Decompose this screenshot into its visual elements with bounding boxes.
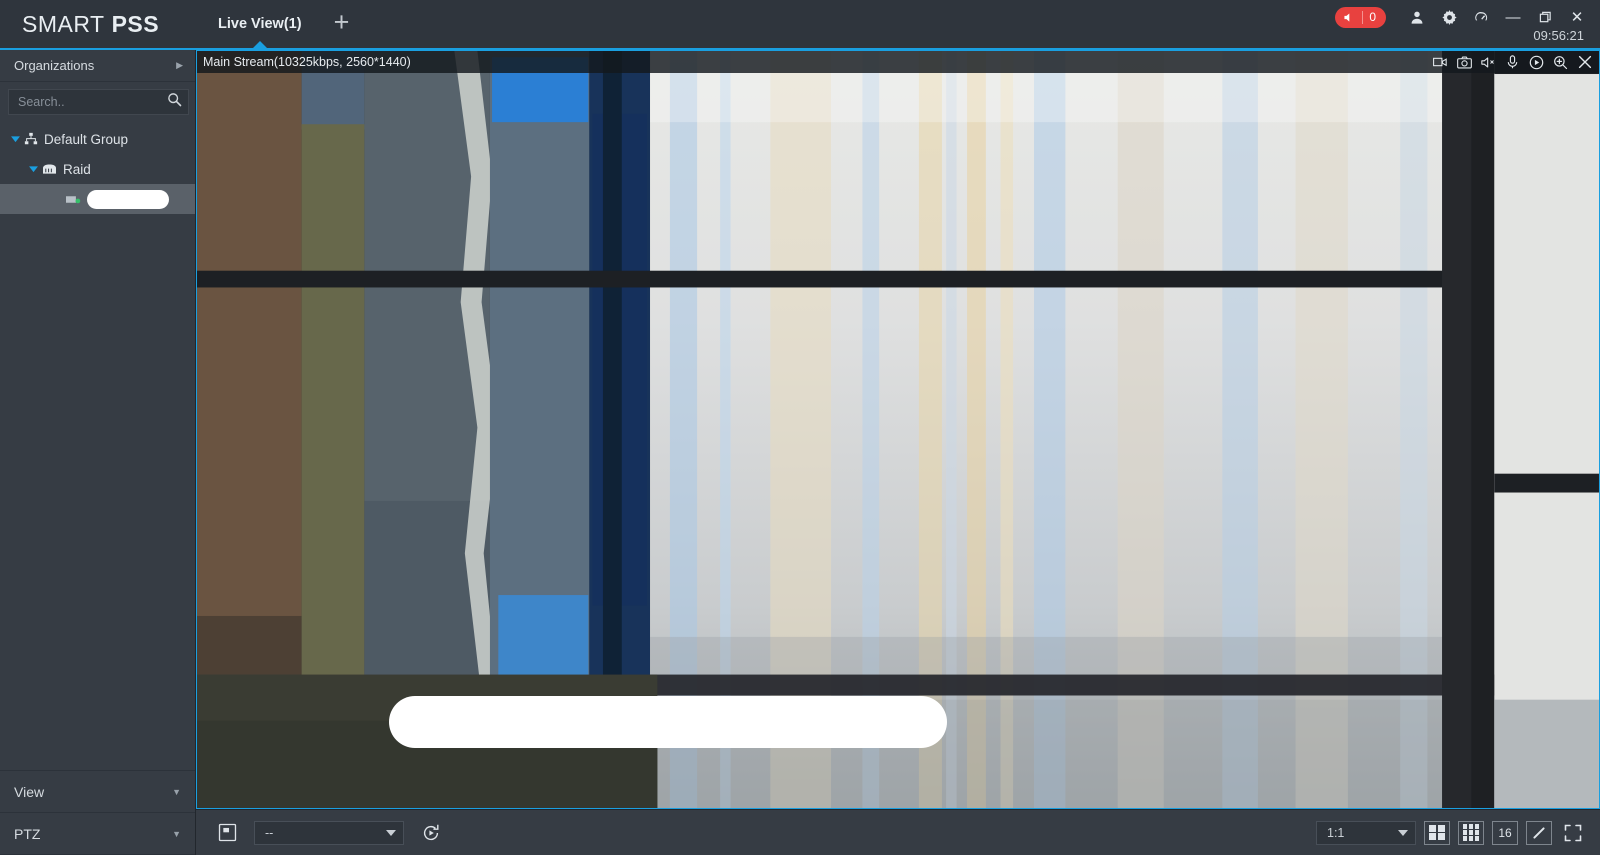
- snapshot-icon[interactable]: [1454, 52, 1475, 72]
- main-panel: Main Stream(10325kbps, 2560*1440) -- 1:1…: [196, 50, 1600, 855]
- bottom-toolbar: -- 1:1 16: [196, 809, 1600, 855]
- close-button[interactable]: ✕: [1562, 3, 1592, 31]
- search-input[interactable]: [18, 95, 148, 109]
- accordion-view[interactable]: View ▼: [0, 771, 195, 813]
- chevron-down-icon: [386, 829, 396, 836]
- tree-label-default-group: Default Group: [44, 131, 129, 147]
- brand-smart: SMART: [22, 10, 105, 37]
- tab-live-view-label: Live View(1): [218, 16, 302, 32]
- chevron-down-icon: ▼: [172, 828, 181, 839]
- accordion-ptz-label: PTZ: [14, 825, 41, 842]
- save-view-icon[interactable]: [214, 820, 240, 846]
- video-area: Main Stream(10325kbps, 2560*1440): [196, 50, 1600, 809]
- microphone-icon[interactable]: [1502, 52, 1523, 72]
- grid-4-icon: [1429, 824, 1445, 841]
- custom-split-button[interactable]: [1526, 820, 1552, 845]
- accordion-ptz[interactable]: PTZ ▼: [0, 813, 195, 855]
- tree-node-raid[interactable]: Raid: [0, 154, 195, 184]
- clock: 09:56:21: [1533, 28, 1584, 43]
- preset-select-value: --: [265, 825, 274, 840]
- alarm-badge[interactable]: 0: [1335, 6, 1386, 28]
- speaker-mute-icon[interactable]: [1478, 52, 1499, 72]
- close-icon[interactable]: [1574, 52, 1595, 72]
- video-toolbar: [1430, 52, 1595, 72]
- chevron-down-icon: ▼: [172, 786, 181, 797]
- title-bar-icons: 0 — ✕: [1335, 0, 1592, 30]
- split-16-button[interactable]: 16: [1492, 820, 1518, 845]
- redacted-device-name: [87, 189, 169, 209]
- camera-icon: [66, 193, 84, 206]
- speaker-icon: [1342, 11, 1355, 24]
- caret-down-icon[interactable]: [6, 135, 24, 143]
- split-4-button[interactable]: [1424, 820, 1450, 845]
- playback-icon[interactable]: [1526, 52, 1547, 72]
- preset-select[interactable]: --: [254, 820, 404, 845]
- title-bar-right: 0 — ✕ 09:56:21: [1335, 0, 1592, 43]
- record-icon[interactable]: [1430, 52, 1451, 72]
- fullscreen-button[interactable]: [1560, 821, 1586, 845]
- tree-node-default-group[interactable]: Default Group: [0, 124, 195, 154]
- sidebar: Organizations ▶ Search.. Default Group R…: [0, 50, 196, 855]
- sidebar-accordions: View ▼ PTZ ▼: [0, 770, 195, 855]
- bottom-toolbar-right: 1:1 16: [1316, 820, 1586, 845]
- tour-refresh-icon[interactable]: [418, 820, 444, 846]
- ratio-select-value: 1:1: [1327, 825, 1345, 840]
- zoom-in-icon[interactable]: [1550, 52, 1571, 72]
- gear-icon[interactable]: [1434, 3, 1464, 31]
- split-9-button[interactable]: [1458, 820, 1484, 845]
- dashboard-icon[interactable]: [1466, 3, 1496, 31]
- video-cell-1[interactable]: Main Stream(10325kbps, 2560*1440): [196, 50, 1600, 809]
- organizations-header[interactable]: Organizations ▶: [0, 50, 195, 82]
- chevron-right-icon: ▶: [176, 60, 183, 70]
- app-body: Organizations ▶ Search.. Default Group R…: [0, 50, 1600, 855]
- smart-pss-window: SMART PSS Live View(1) + 0 — ✕ 09:56:21 …: [0, 0, 1600, 855]
- redacted-timestamp-overlay: [389, 696, 947, 748]
- caret-down-icon[interactable]: [24, 165, 42, 173]
- bottom-toolbar-left: --: [214, 820, 444, 846]
- brand-pss: PSS: [111, 10, 160, 37]
- title-bar: SMART PSS Live View(1) + 0 — ✕ 09:56:21: [0, 0, 1600, 50]
- accordion-view-label: View: [14, 783, 45, 800]
- search-icon[interactable]: [167, 92, 182, 112]
- ratio-select[interactable]: 1:1: [1316, 820, 1416, 845]
- video-still: [197, 51, 1599, 808]
- device-icon: [42, 163, 57, 176]
- search-wrapper: [0, 82, 195, 122]
- tree-node-camera[interactable]: [0, 184, 195, 214]
- tab-strip: Live View(1) +: [200, 0, 364, 48]
- stream-label: Main Stream(10325kbps, 2560*1440): [203, 55, 411, 69]
- stream-overlay-bar: Main Stream(10325kbps, 2560*1440): [197, 51, 1599, 73]
- tree-label-raid: Raid: [63, 161, 91, 177]
- maximize-button[interactable]: [1530, 3, 1560, 31]
- app-logo: SMART PSS: [0, 0, 200, 48]
- device-tree: Default Group Raid: [0, 122, 195, 770]
- organizations-title: Organizations: [14, 58, 95, 73]
- video-frame: [197, 51, 1599, 808]
- tab-live-view[interactable]: Live View(1): [200, 0, 320, 48]
- minimize-button[interactable]: —: [1498, 3, 1528, 31]
- search-box[interactable]: [8, 89, 189, 115]
- grid-9-icon: [1462, 824, 1480, 841]
- alarm-count: 0: [1369, 10, 1376, 24]
- group-icon: [24, 132, 38, 146]
- user-icon[interactable]: [1402, 3, 1432, 31]
- add-tab-button[interactable]: +: [320, 0, 364, 48]
- alarm-divider: [1362, 10, 1364, 24]
- chevron-down-icon: [1398, 829, 1408, 836]
